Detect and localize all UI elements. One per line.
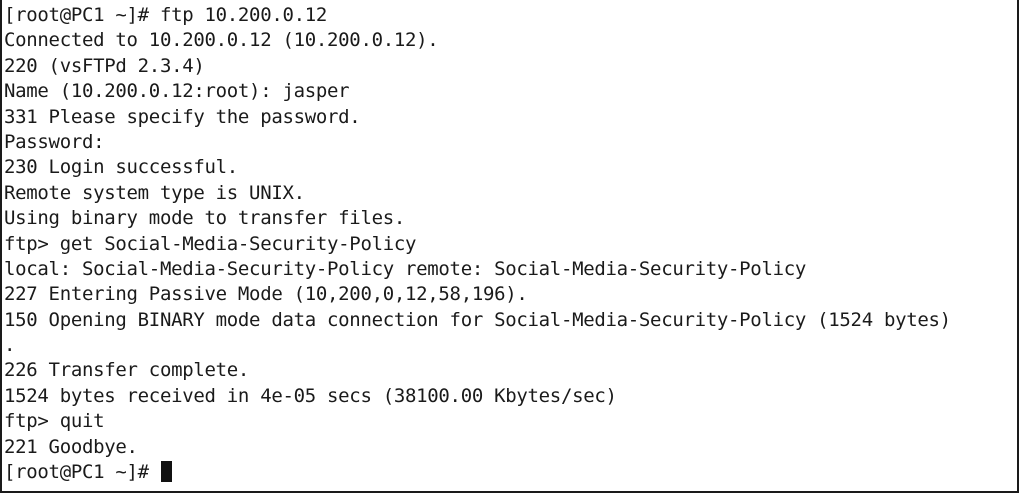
shell-prompt: [root@PC1 ~]# <box>4 461 160 484</box>
terminal-window[interactable]: [root@PC1 ~]# ftp 10.200.0.12 Connected … <box>0 0 1019 493</box>
terminal-line: Using binary mode to transfer files. <box>4 207 406 230</box>
terminal-line: 227 Entering Passive Mode (10,200,0,12,5… <box>4 283 528 306</box>
terminal-line: 221 Goodbye. <box>4 435 138 458</box>
terminal-line: Connected to 10.200.0.12 (10.200.0.12). <box>4 29 439 52</box>
terminal-line: 1524 bytes received in 4e-05 secs (38100… <box>4 384 617 407</box>
terminal-output: [root@PC1 ~]# ftp 10.200.0.12 Connected … <box>4 3 1017 485</box>
terminal-line: [root@PC1 ~]# ftp 10.200.0.12 <box>4 4 328 26</box>
text-cursor <box>160 461 172 483</box>
terminal-line: Password: <box>4 130 105 153</box>
terminal-line: Remote system type is UNIX. <box>4 181 305 204</box>
terminal-line: ftp> quit <box>4 410 105 433</box>
top-edge <box>2 0 1017 2</box>
terminal-line: 220 (vsFTPd 2.3.4) <box>4 54 205 77</box>
terminal-line: Name (10.200.0.12:root): jasper <box>4 80 350 103</box>
terminal-line: 331 Please specify the password. <box>4 105 361 128</box>
terminal-line: local: Social-Media-Security-Policy remo… <box>4 257 807 280</box>
terminal-line: . <box>4 334 16 357</box>
terminal-line: 226 Transfer complete. <box>4 359 250 382</box>
prompt-line[interactable]: [root@PC1 ~]# <box>4 460 1017 485</box>
terminal-line: 150 Opening BINARY mode data connection … <box>4 308 951 331</box>
terminal-line: 230 Login successful. <box>4 156 238 179</box>
terminal-line: ftp> get Social-Media-Security-Policy <box>4 232 417 255</box>
